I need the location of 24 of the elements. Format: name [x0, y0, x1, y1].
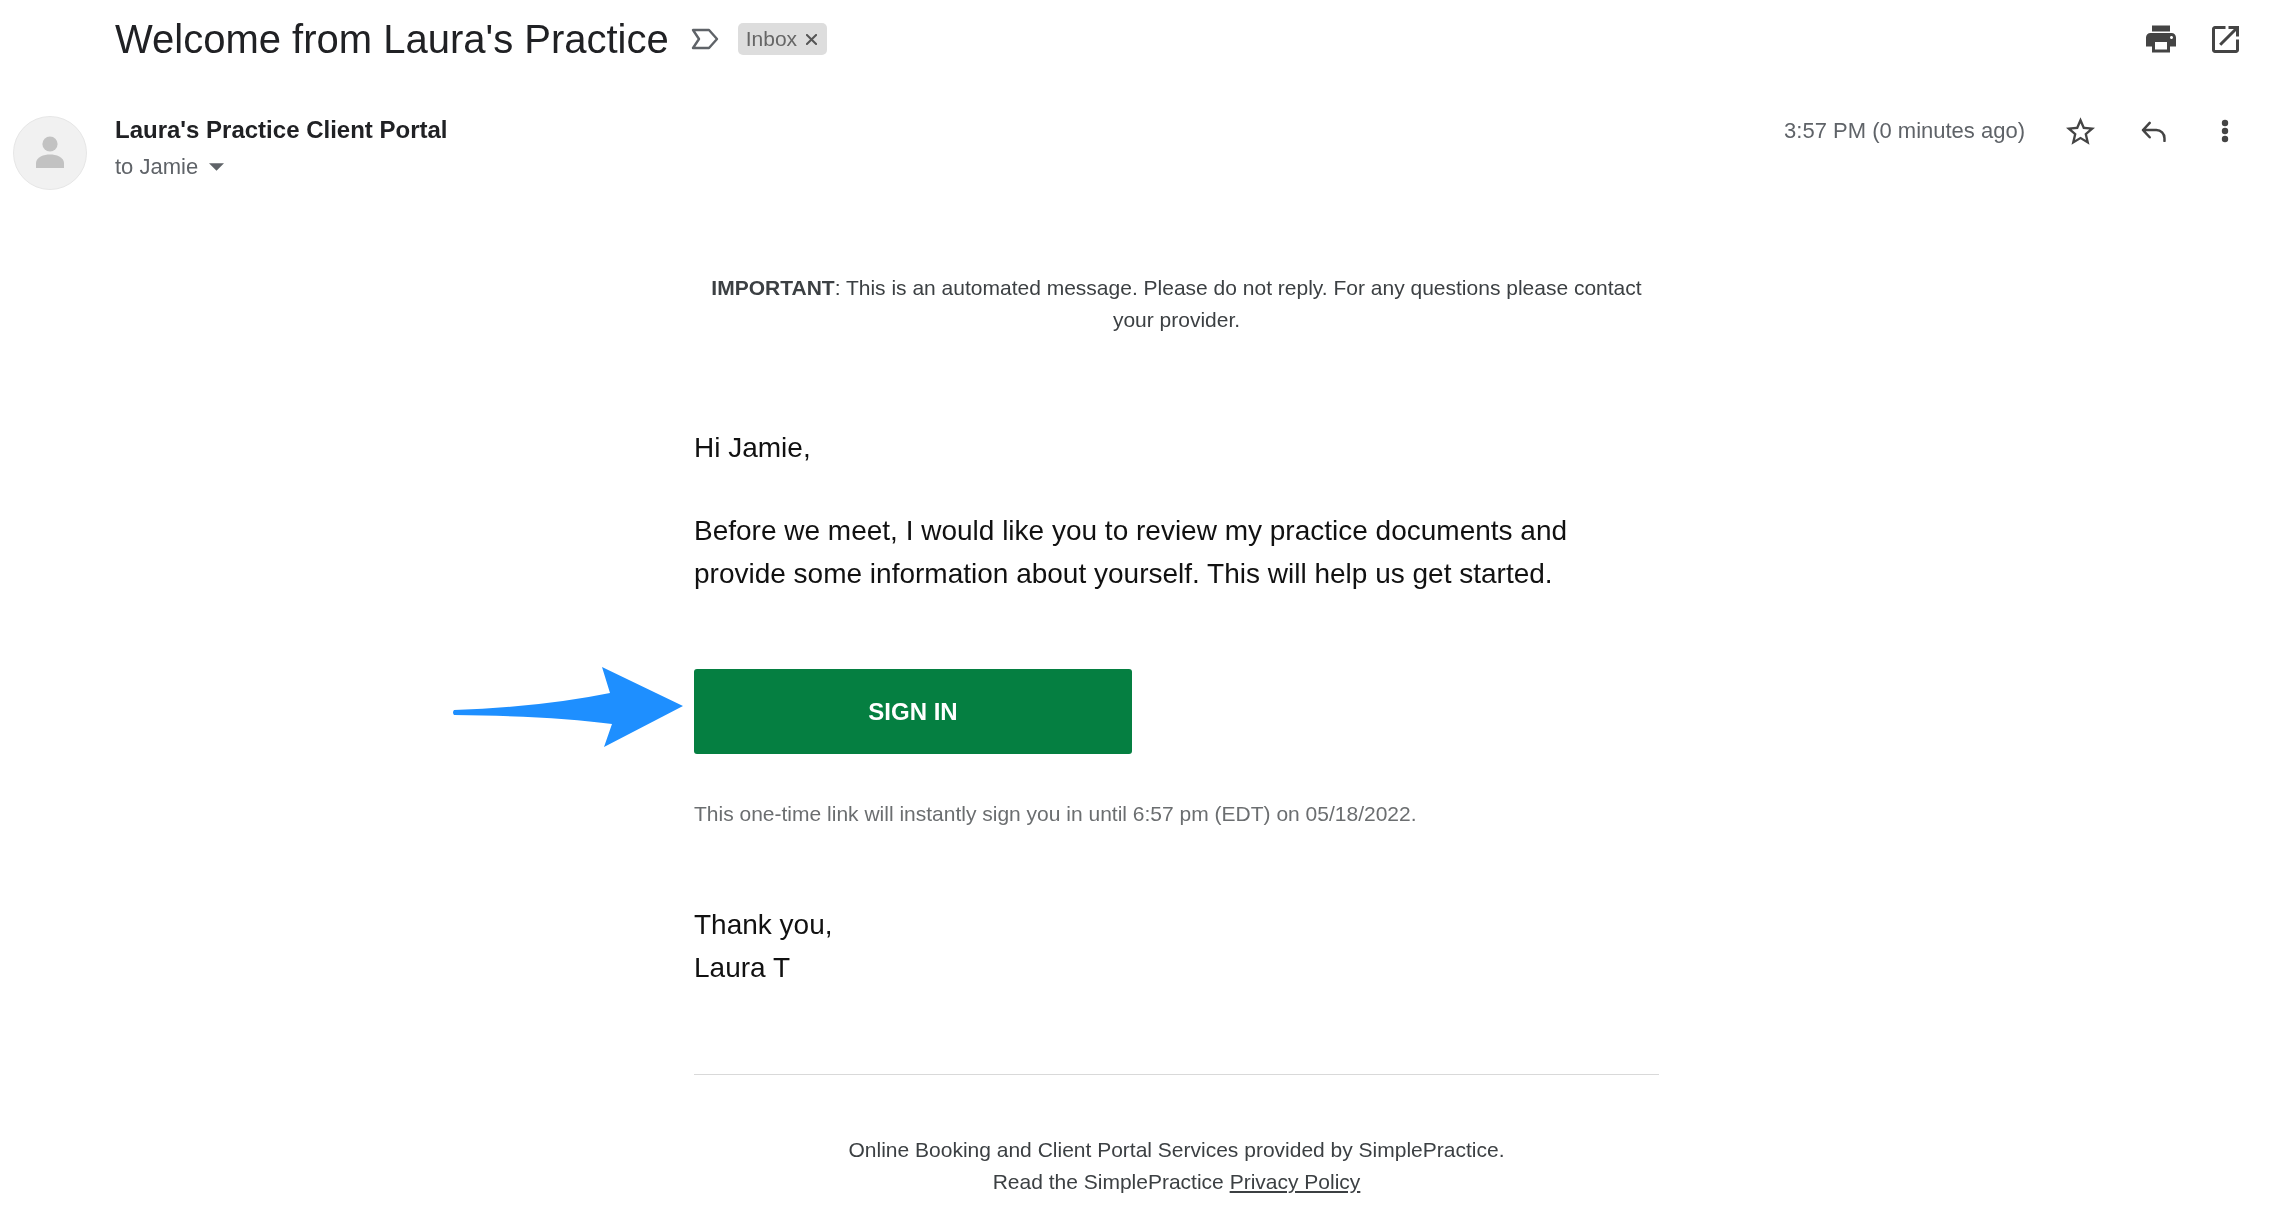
greeting-text: Hi Jamie, [694, 431, 812, 465]
notice-text: IMPORTANT: This is an automated message. Please do not reply. For any questions please contact your provider. [710, 275, 1643, 333]
sender-name: Laura's Practice Client Portal [115, 115, 448, 145]
signature-text: Laura T [694, 951, 791, 985]
tag-arrow-icon[interactable] [690, 28, 719, 50]
label-text: Inbox [745, 26, 798, 52]
star-icon[interactable] [2066, 117, 2095, 145]
reply-icon[interactable] [2140, 120, 2167, 142]
footer-text: Online Booking and Client Portal Services provided by SimplePractice. [847, 1137, 1506, 1163]
close-icon[interactable] [806, 33, 818, 45]
open-external-icon[interactable] [2212, 25, 2239, 53]
closing-text: Thank you, [694, 908, 834, 942]
print-icon[interactable] [2146, 25, 2176, 53]
footer-text: Read the SimplePractice Privacy Policy [991, 1169, 1362, 1195]
recipient-text: to Jamie [115, 154, 199, 180]
link-note-text: This one-time link will instantly sign you in until 6:57 pm (EDT) on 05/18/2022. [694, 801, 1418, 827]
avatar-icon [13, 116, 87, 190]
timestamp: 3:57 PM (0 minutes ago) [1784, 118, 2025, 144]
email-subject: Welcome from Laura's Practice [115, 16, 669, 63]
sign-in-button[interactable]: SIGN IN [694, 669, 1132, 754]
privacy-policy-link[interactable]: Privacy Policy [1229, 1170, 1361, 1193]
more-options-icon[interactable] [2221, 119, 2229, 143]
message-paragraph: Before we meet, I would like you to review my practice documents and provide some information about yourself. This will help us get started. [694, 514, 1569, 591]
caret-icon[interactable] [209, 163, 225, 171]
